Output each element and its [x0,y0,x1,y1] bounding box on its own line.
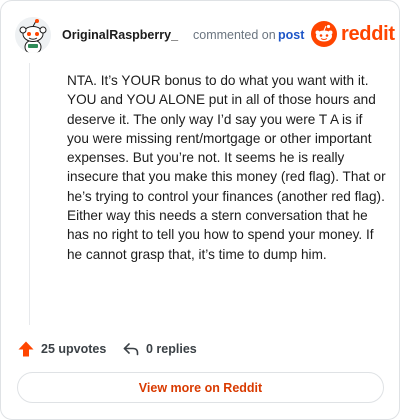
upvote-button[interactable]: 25 upvotes [17,339,106,359]
thread-line [29,63,30,325]
author-username[interactable]: OriginalRaspberry_ [62,28,178,42]
comment-actions: 25 upvotes 0 replies [17,337,383,361]
comment-embed-card: OriginalRaspberry_ commented on post red… [0,0,400,420]
comment-text: NTA. It’s YOUR bonus to do what you want… [67,73,386,262]
view-more-button[interactable]: View more on Reddit [17,372,384,403]
upvote-arrow-icon [18,341,34,357]
reddit-logo-icon [311,21,337,47]
replies-button[interactable]: 0 replies [122,339,197,359]
reply-arrow-icon [123,343,139,356]
snoo-avatar-icon [15,17,51,53]
upvote-count: 25 upvotes [41,342,107,356]
post-link[interactable]: post [278,28,304,42]
reddit-brand[interactable]: reddit [311,21,395,49]
reddit-wordmark: reddit [341,23,395,45]
user-avatar[interactable] [15,17,51,53]
reply-count: 0 replies [146,342,197,356]
comment-header: OriginalRaspberry_ commented on post red… [15,15,395,55]
commented-on-text: commented on [193,28,276,42]
